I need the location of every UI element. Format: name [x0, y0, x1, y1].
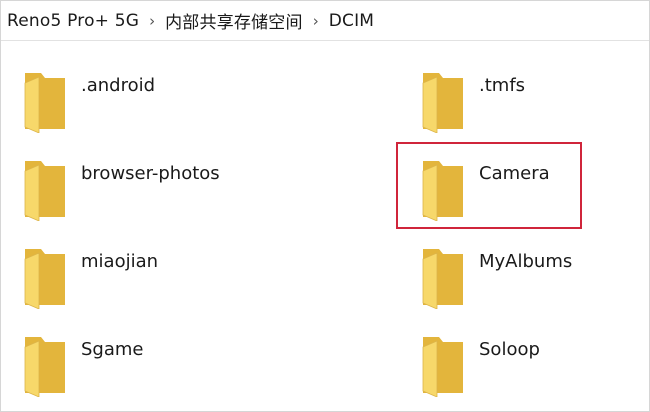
folder-icon: [24, 161, 65, 221]
folder-label: miaojian: [81, 251, 159, 272]
folder-icon: [24, 337, 65, 397]
folder-icon: [24, 73, 65, 133]
breadcrumb-item-dcim[interactable]: DCIM: [329, 11, 374, 31]
folder-label: browser-photos: [81, 163, 220, 184]
breadcrumb-item-device[interactable]: Reno5 Pro+ 5G: [7, 11, 139, 31]
folder-label: .android: [81, 75, 156, 96]
breadcrumb-item-internal-storage[interactable]: 内部共享存储空间: [165, 8, 303, 33]
folder-item-browser-photos[interactable]: browser-photos: [7, 157, 277, 225]
folder-item-camera[interactable]: Camera: [405, 157, 650, 225]
folder-icon: [422, 161, 463, 221]
breadcrumb: Reno5 Pro+ 5G › 内部共享存储空间 › DCIM: [1, 1, 649, 41]
file-explorer-window: Reno5 Pro+ 5G › 内部共享存储空间 › DCIM .android…: [0, 0, 650, 412]
folder-item-android[interactable]: .android: [7, 69, 277, 137]
folder-icon: [24, 249, 65, 309]
folder-label: .tmfs: [479, 75, 526, 96]
chevron-right-icon: ›: [312, 11, 319, 30]
folder-item-miaojian[interactable]: miaojian: [7, 245, 277, 313]
folder-label: MyAlbums: [479, 251, 573, 272]
chevron-right-icon: ›: [149, 11, 156, 30]
folder-item-myalbums[interactable]: MyAlbums: [405, 245, 650, 313]
folder-item-soloop[interactable]: Soloop: [405, 333, 650, 401]
folder-item-tmfs[interactable]: .tmfs: [405, 69, 650, 137]
folder-label: Camera: [479, 163, 550, 184]
folder-item-sgame[interactable]: Sgame: [7, 333, 277, 401]
folder-icon: [422, 249, 463, 309]
folder-label: Sgame: [81, 339, 144, 360]
folder-icon: [422, 73, 463, 133]
folder-label: Soloop: [479, 339, 540, 360]
folder-icon: [422, 337, 463, 397]
